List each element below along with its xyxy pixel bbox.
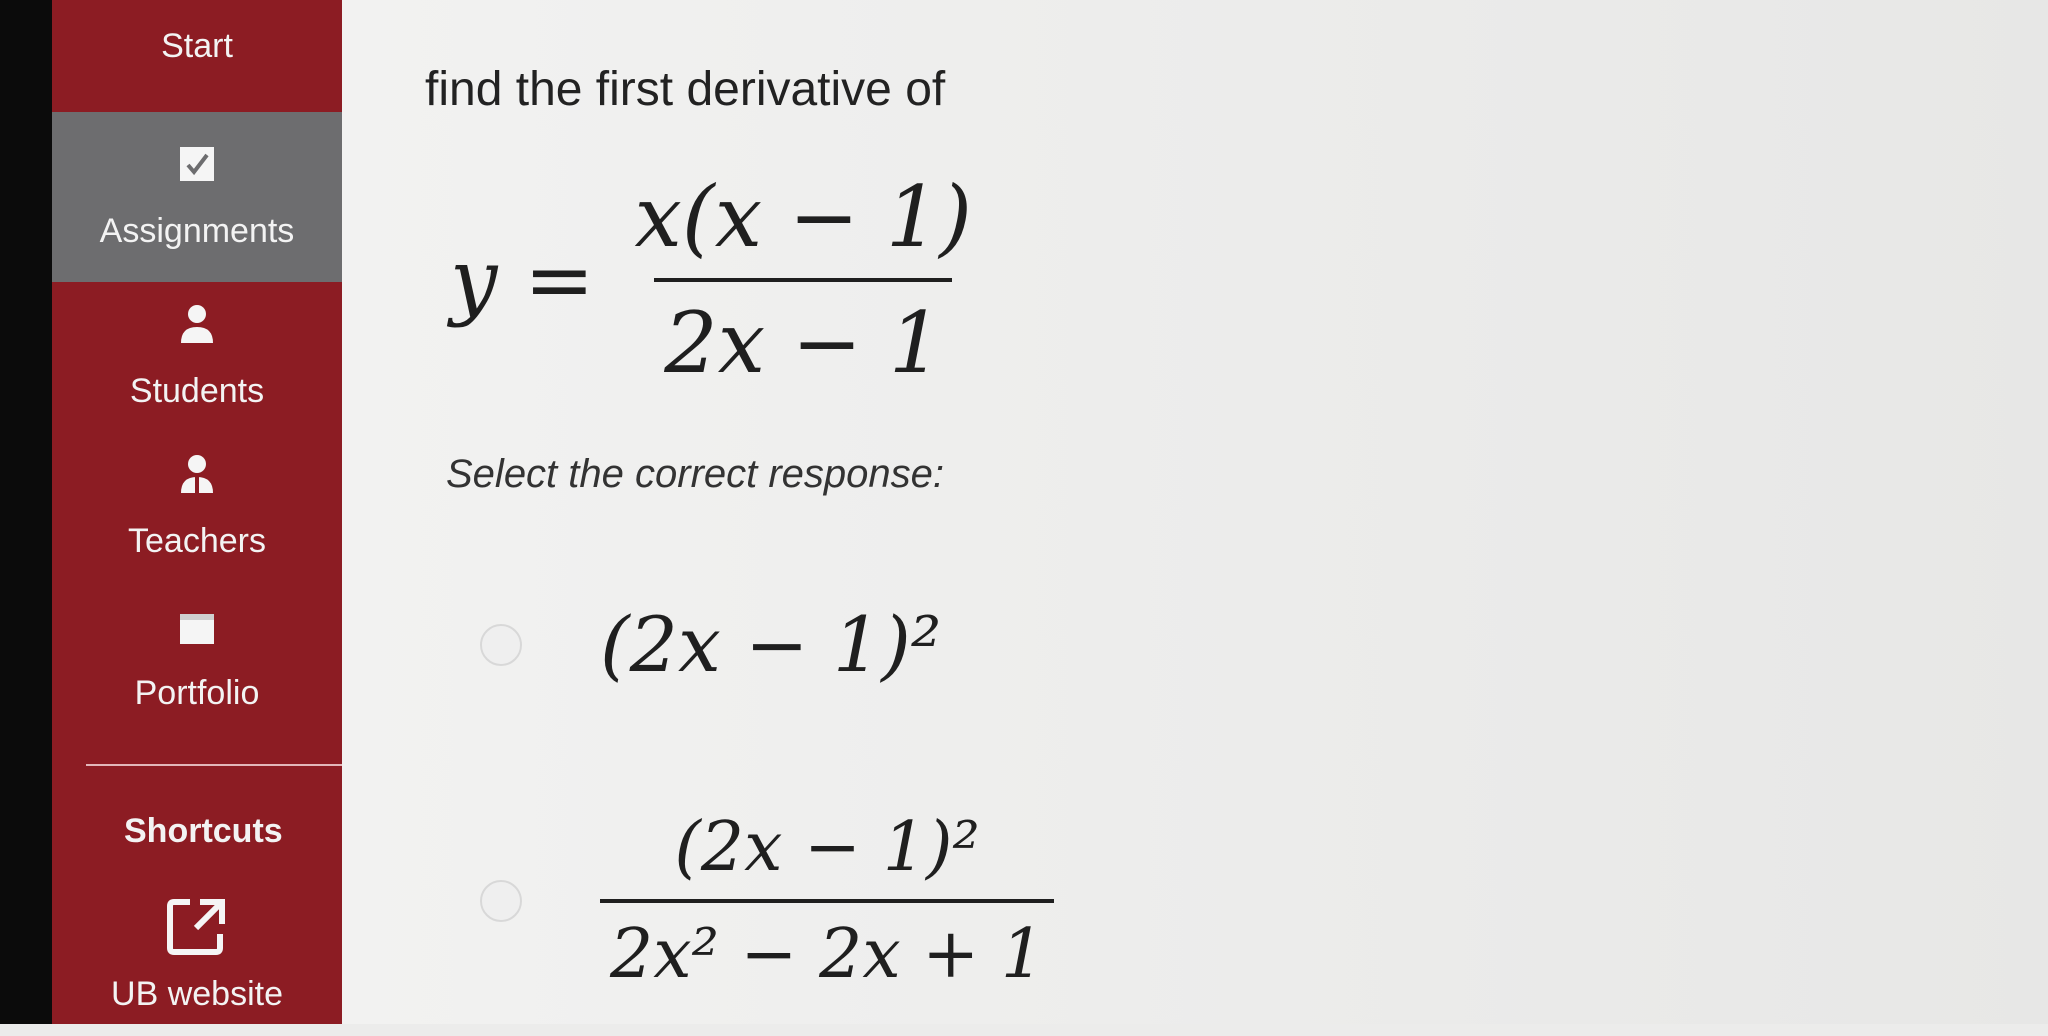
answer-choice-2[interactable]: (2x − 1)² 2x² − 2x + 1 xyxy=(480,808,1055,994)
choice-fraction: (2x − 1)² 2x² − 2x + 1 xyxy=(600,808,1055,994)
radio-button[interactable] xyxy=(480,880,522,922)
sidebar: Start Assignments Students Teachers Port… xyxy=(52,0,342,1024)
choice-denominator: 2x² − 2x + 1 xyxy=(600,899,1055,994)
person-icon xyxy=(177,303,217,352)
answer-choice-1[interactable]: (2x − 1)² xyxy=(480,600,941,689)
sidebar-item-label: Students xyxy=(129,372,265,410)
sidebar-item-portfolio[interactable]: Portfolio xyxy=(52,582,342,742)
external-link-icon xyxy=(162,892,232,969)
sidebar-item-label: Start xyxy=(161,26,233,65)
choice-expression: (2x − 1)² xyxy=(600,600,942,689)
folder-icon xyxy=(176,611,218,654)
choice-numerator: (2x − 1)² xyxy=(674,808,980,887)
radio-button[interactable] xyxy=(480,623,522,666)
shortcut-ub-website[interactable]: UB website xyxy=(52,880,342,1036)
question-prompt: find the first derivative of xyxy=(425,63,946,116)
sidebar-item-students[interactable]: Students xyxy=(52,282,342,432)
instruction-text: Select the correct response: xyxy=(446,452,945,496)
shortcuts-heading: Shortcuts xyxy=(124,812,283,850)
sidebar-item-label: Portfolio xyxy=(134,674,260,712)
screen-bezel xyxy=(0,0,52,1024)
equation-fraction: x(x − 1) 2x − 1 xyxy=(625,168,983,392)
equation-numerator: x(x − 1) xyxy=(634,168,973,266)
question-equation: y = x(x − 1) 2x − 1 xyxy=(450,168,982,392)
sidebar-item-label: UB website xyxy=(111,975,283,1013)
checkbox-icon xyxy=(176,143,218,192)
equation-lhs: y = xyxy=(450,231,595,329)
sidebar-item-start[interactable]: Start xyxy=(52,0,342,112)
teacher-icon xyxy=(177,453,217,502)
sidebar-item-assignments[interactable]: Assignments xyxy=(52,112,342,282)
sidebar-item-teachers[interactable]: Teachers xyxy=(52,432,342,582)
equation-denominator: 2x − 1 xyxy=(654,278,953,392)
sidebar-item-label: Assignments xyxy=(99,212,295,250)
sidebar-item-label: Teachers xyxy=(128,522,266,560)
sidebar-divider xyxy=(86,764,342,766)
